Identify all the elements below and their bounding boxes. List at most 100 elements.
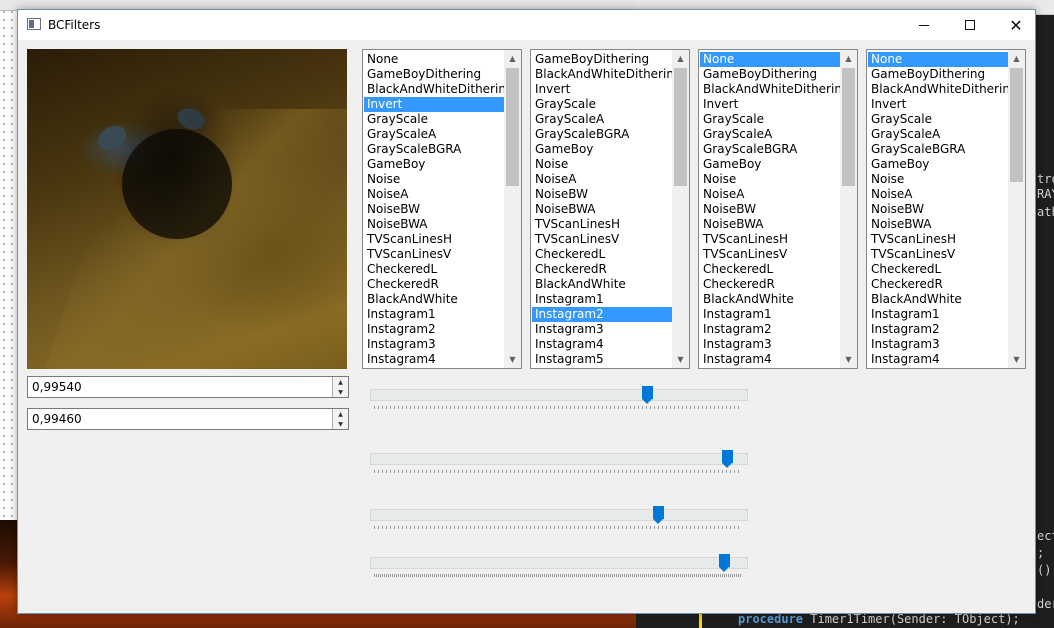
scroll-down-arrow-icon[interactable]: ▼	[504, 351, 521, 368]
list-item[interactable]: GrayScaleBGRA	[532, 127, 672, 142]
list-item[interactable]: Instagram1	[532, 292, 672, 307]
list-item[interactable]: Invert	[700, 97, 840, 112]
list-item[interactable]: Noise	[868, 172, 1008, 187]
list-item[interactable]: NoiseBW	[700, 202, 840, 217]
value-spin-edit-1[interactable]: 0,99540 ▲ ▼	[27, 376, 349, 398]
scroll-up-arrow-icon[interactable]: ▲	[504, 50, 521, 67]
filter-listbox-4[interactable]: None GameBoyDithering BlackAndWhiteDitheri…	[866, 49, 1026, 369]
list-item[interactable]: Instagram1	[364, 307, 504, 322]
list-item[interactable]: TVScanLinesH	[700, 232, 840, 247]
list-item[interactable]: None	[364, 52, 504, 67]
list-item[interactable]: CheckeredL	[364, 262, 504, 277]
scrollbar-thumb[interactable]	[674, 68, 687, 186]
vertical-scrollbar[interactable]: ▲ ▼	[504, 50, 521, 368]
list-item[interactable]: GrayScaleBGRA	[700, 142, 840, 157]
list-item[interactable]: BlackAndWhiteDithering	[532, 67, 682, 82]
trackbar-3[interactable]	[370, 506, 748, 539]
trackbar-4[interactable]	[370, 554, 748, 587]
list-item[interactable]: NoiseBWA	[868, 217, 1008, 232]
list-item[interactable]: GameBoyDithering	[868, 67, 1008, 82]
list-item[interactable]: Instagram1	[700, 307, 840, 322]
list-item[interactable]: Noise	[700, 172, 840, 187]
list-item[interactable]: Instagram3	[532, 322, 672, 337]
list-item[interactable]: BlackAndWhiteDithering	[700, 82, 850, 97]
scroll-up-arrow-icon[interactable]: ▲	[672, 50, 689, 67]
list-item[interactable]: Instagram4	[532, 337, 672, 352]
list-item[interactable]: TVScanLinesH	[868, 232, 1008, 247]
trackbar-groove[interactable]	[370, 389, 748, 401]
list-item[interactable]: Invert	[364, 97, 504, 112]
scroll-down-arrow-icon[interactable]: ▼	[672, 351, 689, 368]
list-item[interactable]: Instagram1	[868, 307, 1008, 322]
filter-listbox-1[interactable]: None GameBoyDithering BlackAndWhiteDitheri…	[362, 49, 522, 369]
list-item[interactable]: CheckeredR	[700, 277, 840, 292]
list-item[interactable]: GameBoyDithering	[700, 67, 840, 82]
list-item[interactable]: GrayScaleA	[364, 127, 504, 142]
title-bar[interactable]: BCFilters ✕	[18, 10, 1035, 40]
spin-edit-value[interactable]: 0,99540	[32, 380, 82, 394]
app-window-icon[interactable]	[27, 18, 41, 30]
close-button[interactable]: ✕	[993, 10, 1039, 40]
list-item[interactable]: NoiseBW	[532, 187, 672, 202]
list-item[interactable]: TVScanLinesH	[364, 232, 504, 247]
list-item[interactable]: CheckeredR	[868, 277, 1008, 292]
vertical-scrollbar[interactable]: ▲ ▼	[840, 50, 857, 368]
trackbar-2[interactable]	[370, 450, 748, 483]
list-item[interactable]: Instagram4	[364, 352, 504, 367]
list-item[interactable]: GrayScaleBGRA	[868, 142, 1008, 157]
list-item[interactable]: GrayScale	[364, 112, 504, 127]
list-item[interactable]: Instagram2	[868, 322, 1008, 337]
trackbar-thumb[interactable]	[653, 506, 664, 525]
list-item[interactable]: CheckeredL	[868, 262, 1008, 277]
list-item[interactable]: BlackAndWhite	[700, 292, 840, 307]
list-item[interactable]: Instagram2	[364, 322, 504, 337]
scrollbar-thumb[interactable]	[1010, 68, 1023, 182]
trackbar-1[interactable]	[370, 386, 748, 419]
list-item[interactable]: CheckeredR	[364, 277, 504, 292]
list-item[interactable]: NoiseBW	[364, 202, 504, 217]
list-item[interactable]: NoiseBW	[868, 202, 1008, 217]
trackbar-groove[interactable]	[370, 509, 748, 521]
vertical-scrollbar[interactable]: ▲ ▼	[1008, 50, 1025, 368]
list-item[interactable]: TVScanLinesH	[532, 217, 672, 232]
scroll-down-arrow-icon[interactable]: ▼	[1008, 351, 1025, 368]
list-item[interactable]: Instagram4	[868, 352, 1008, 367]
scrollbar-thumb[interactable]	[842, 68, 855, 186]
list-item[interactable]: GameBoy	[700, 157, 840, 172]
trackbar-thumb[interactable]	[719, 554, 730, 573]
list-item[interactable]: Instagram2	[532, 307, 672, 322]
list-item[interactable]: Instagram5	[532, 352, 672, 367]
list-item[interactable]: NoiseBWA	[700, 217, 840, 232]
list-item[interactable]: Noise	[364, 172, 504, 187]
trackbar-groove[interactable]	[370, 557, 748, 569]
list-item[interactable]: NoiseA	[532, 172, 672, 187]
list-item[interactable]: TVScanLinesV	[700, 247, 840, 262]
list-item[interactable]: NoiseBWA	[364, 217, 504, 232]
list-item[interactable]: TVScanLinesV	[532, 232, 672, 247]
list-item[interactable]: BlackAndWhiteDithering	[364, 82, 514, 97]
filter-listbox-3[interactable]: None GameBoyDithering BlackAndWhiteDitheri…	[698, 49, 858, 369]
list-item[interactable]: BlackAndWhite	[364, 292, 504, 307]
list-item[interactable]: GrayScale	[868, 112, 1008, 127]
list-item[interactable]: TVScanLinesV	[364, 247, 504, 262]
list-item[interactable]: NoiseBWA	[532, 202, 672, 217]
spin-down-button[interactable]: ▼	[333, 419, 348, 429]
trackbar-thumb[interactable]	[722, 450, 733, 469]
spin-edit-value[interactable]: 0,99460	[32, 412, 82, 426]
list-item[interactable]: Noise	[532, 157, 672, 172]
list-item[interactable]: TVScanLinesV	[868, 247, 1008, 262]
list-item[interactable]: CheckeredL	[700, 262, 840, 277]
list-item[interactable]: GrayScaleA	[700, 127, 840, 142]
list-item[interactable]: NoiseA	[868, 187, 1008, 202]
list-item[interactable]: Instagram3	[868, 337, 1008, 352]
filter-listbox-2[interactable]: GameBoyDithering BlackAndWhiteDithering In…	[530, 49, 690, 369]
list-item[interactable]: BlackAndWhite	[532, 277, 672, 292]
list-item[interactable]: Invert	[868, 97, 1008, 112]
value-spin-edit-2[interactable]: 0,99460 ▲ ▼	[27, 408, 349, 430]
list-item[interactable]: GrayScaleA	[868, 127, 1008, 142]
list-item[interactable]: CheckeredR	[532, 262, 672, 277]
list-item[interactable]: NoiseA	[700, 187, 840, 202]
trackbar-thumb[interactable]	[642, 386, 653, 405]
list-item[interactable]: CheckeredL	[532, 247, 672, 262]
maximize-button[interactable]	[947, 10, 993, 40]
